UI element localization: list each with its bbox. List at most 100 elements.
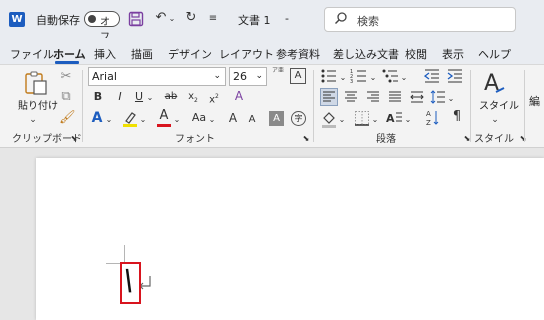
shrink-font-button[interactable]: A	[246, 112, 258, 128]
underline-dropdown-icon[interactable]: ⌄	[146, 90, 154, 106]
svg-text:Z: Z	[426, 119, 431, 127]
search-placeholder: 検索	[357, 15, 379, 28]
font-color-bar	[157, 124, 171, 127]
highlight-color-icon[interactable]	[122, 110, 138, 128]
undo-icon[interactable]: ↶	[153, 10, 169, 26]
word-app-icon: W	[9, 12, 25, 27]
enclose-characters-button[interactable]: 字	[291, 111, 306, 126]
show-formatting-marks-icon[interactable]: ¶	[450, 109, 464, 125]
ribbon-separator	[524, 70, 525, 142]
font-size-value: 26	[233, 70, 247, 83]
shading-dropdown-icon[interactable]: ⌄	[338, 112, 346, 128]
numbering-icon[interactable]: 123	[350, 68, 368, 85]
line-spacing-dropdown-icon[interactable]: ⌄	[447, 91, 455, 107]
text-effects-dropdown-icon[interactable]: ⌄	[105, 112, 113, 128]
bullets-icon[interactable]	[320, 68, 338, 84]
font-name-select[interactable]: Arial ⌄	[88, 67, 226, 86]
font-size-select[interactable]: 26 ⌄	[229, 67, 267, 86]
text-effects-icon[interactable]: A	[90, 110, 104, 126]
change-case-dropdown-icon[interactable]: ⌄	[208, 112, 216, 128]
ribbon-separator	[470, 70, 471, 142]
tab-design[interactable]: デザイン	[168, 46, 212, 62]
styles-launcher-icon[interactable]: ⬊	[519, 131, 527, 147]
undo-dropdown-icon[interactable]: ⌄	[168, 11, 176, 27]
paste-dropdown-icon[interactable]: ⌄	[28, 112, 38, 128]
paragraph-group-label: 段落	[376, 134, 396, 145]
multilevel-dropdown-icon[interactable]: ⌄	[400, 70, 408, 86]
tab-help[interactable]: ヘルプ	[478, 46, 511, 62]
tab-file[interactable]: ファイル	[10, 46, 54, 62]
svg-text:A: A	[386, 112, 395, 125]
strikethrough-button[interactable]: ab	[163, 89, 179, 105]
tab-view[interactable]: 表示	[442, 46, 464, 62]
chinese-layout-icon[interactable]: A	[385, 110, 403, 126]
copy-icon[interactable]: ⧉	[59, 89, 73, 105]
chinese-layout-dropdown-icon[interactable]: ⌄	[404, 112, 412, 128]
chevron-down-icon: ⌄	[213, 71, 221, 81]
superscript-button[interactable]: x2	[208, 89, 220, 108]
subscript-button[interactable]: x2	[187, 89, 199, 109]
align-right-button[interactable]	[364, 88, 382, 106]
selection-highlight-box	[120, 262, 141, 304]
quick-access-customize-icon[interactable]: ≡	[207, 11, 219, 27]
clear-formatting-icon[interactable]: A	[231, 88, 247, 104]
distributed-button[interactable]	[408, 88, 426, 106]
borders-dropdown-icon[interactable]: ⌄	[371, 112, 379, 128]
redo-icon[interactable]: ↻	[183, 10, 199, 26]
save-icon[interactable]	[128, 11, 144, 27]
underline-button[interactable]: U	[133, 89, 145, 105]
align-left-button[interactable]	[320, 88, 338, 106]
search-box[interactable]: 検索	[324, 7, 516, 32]
tab-references[interactable]: 参考資料	[276, 46, 320, 62]
sort-icon[interactable]: AZ	[426, 109, 440, 127]
align-center-button[interactable]	[342, 88, 360, 106]
font-color-letter: A	[159, 108, 169, 123]
decrease-indent-icon[interactable]	[423, 68, 440, 84]
autosave-label: 自動保存	[36, 14, 80, 27]
tab-mailings[interactable]: 差し込み文書	[333, 46, 399, 62]
change-case-button[interactable]: Aa	[190, 110, 208, 126]
character-border-icon[interactable]: A	[290, 68, 306, 84]
highlight-dropdown-icon[interactable]: ⌄	[139, 112, 147, 128]
tab-insert[interactable]: 挿入	[94, 46, 116, 62]
document-title-suffix: -	[285, 12, 289, 25]
ruby-icon[interactable]: ア亜	[272, 67, 284, 75]
styles-gallery-icon[interactable]: A	[482, 70, 506, 96]
font-group-label: フォント	[175, 134, 215, 145]
font-launcher-icon[interactable]: ⬊	[302, 131, 310, 147]
paste-label[interactable]: 貼り付け	[18, 97, 58, 112]
italic-button[interactable]: I	[114, 89, 126, 105]
document-page[interactable]	[36, 158, 544, 320]
grow-font-button[interactable]: A	[226, 110, 240, 126]
justify-button[interactable]	[386, 88, 404, 106]
tab-home[interactable]: ホーム	[53, 46, 86, 62]
format-painter-icon[interactable]: 🖌	[59, 110, 76, 126]
increase-indent-icon[interactable]	[447, 68, 463, 84]
document-title: 文書 1	[238, 14, 271, 27]
styles-label[interactable]: スタイル	[479, 97, 519, 112]
character-shading-button[interactable]: A	[269, 111, 284, 126]
bold-button[interactable]: B	[92, 89, 104, 105]
line-spacing-icon[interactable]	[430, 89, 446, 105]
numbering-dropdown-icon[interactable]: ⌄	[369, 70, 377, 86]
styles-dropdown-icon[interactable]: ⌄	[490, 112, 500, 128]
chevron-down-icon: ⌄	[255, 71, 263, 81]
paste-icon[interactable]	[23, 70, 49, 96]
bullets-dropdown-icon[interactable]: ⌄	[339, 70, 347, 86]
editing-label-partial[interactable]: 編	[529, 93, 540, 109]
tab-draw[interactable]: 描画	[131, 46, 153, 62]
borders-icon[interactable]	[354, 110, 370, 126]
toggle-knob	[88, 15, 96, 23]
autosave-toggle[interactable]: オフ	[84, 11, 120, 43]
clipboard-launcher-icon[interactable]: ⬊	[70, 131, 78, 147]
tab-review[interactable]: 校閲	[405, 46, 427, 62]
font-color-dropdown-icon[interactable]: ⌄	[173, 112, 181, 128]
cut-icon[interactable]: ✂	[59, 69, 73, 85]
font-color-icon[interactable]: A	[156, 108, 172, 128]
tab-layout[interactable]: レイアウト	[219, 46, 274, 62]
shading-icon[interactable]	[321, 110, 337, 128]
styles-group-label: スタイル	[474, 134, 514, 145]
multilevel-list-icon[interactable]	[381, 68, 399, 84]
font-name-value: Arial	[92, 70, 117, 83]
search-icon	[333, 11, 349, 30]
